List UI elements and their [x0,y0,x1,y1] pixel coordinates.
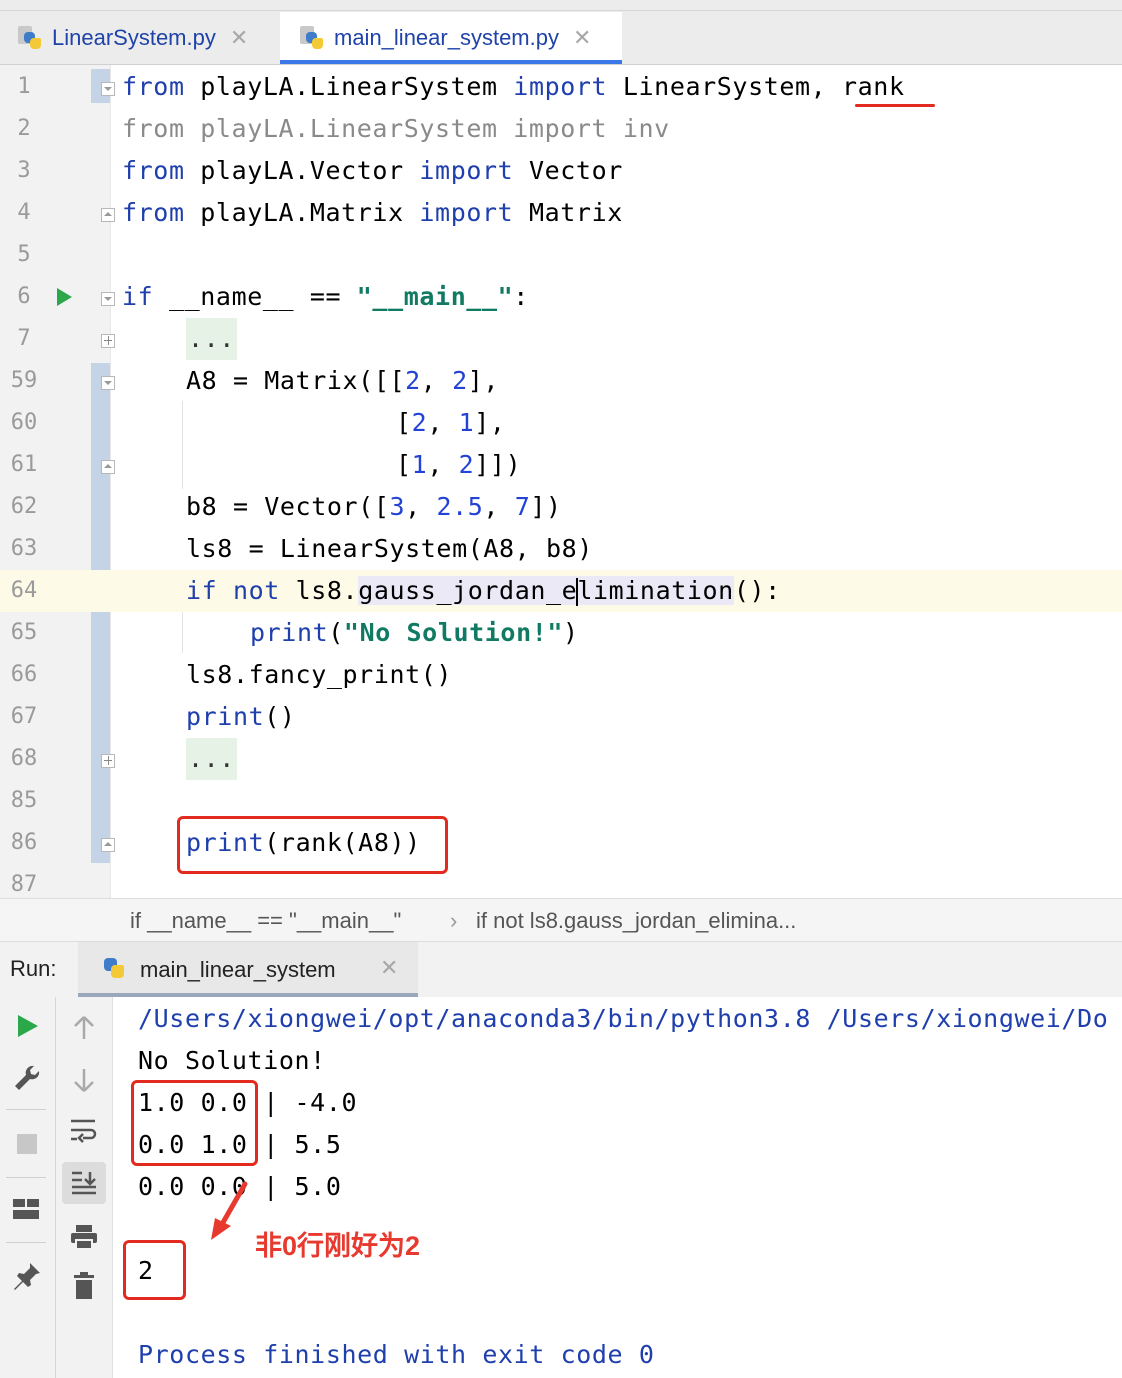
fold-toggle-icon[interactable] [101,838,115,852]
rank-identifier: rank [842,72,905,101]
line-number: 4 [17,200,31,225]
line-number: 2 [17,116,31,141]
code-line[interactable]: 5 [0,234,1122,276]
run-toolbar-primary [0,997,56,1378]
run-toolbar-secondary [56,997,113,1378]
fold-toggle-icon[interactable] [101,460,115,474]
annotation-arrow-icon [211,1181,248,1240]
run-panel-header: Run: main_linear_system ✕ [0,942,1122,997]
line-number: 68 [10,746,38,771]
nonzero-rows-highlight-box [131,1080,258,1166]
code-line[interactable]: 60 [2, 1], [0,402,1122,444]
run-label: Run: [10,956,57,981]
line-number: 85 [10,788,38,813]
console-line: No Solution! [138,1046,326,1075]
arrow-down-icon[interactable] [72,1067,96,1093]
code-editor[interactable]: 1 from playLA.LinearSystem import Linear… [0,65,1122,898]
soft-wrap-icon[interactable] [69,1117,99,1145]
run-gutter-icon[interactable] [57,288,72,306]
line-number: 64 [0,570,48,612]
arrow-up-icon[interactable] [72,1015,96,1041]
close-icon[interactable]: ✕ [230,25,248,51]
code-line[interactable]: 86 print(rank(A8)) [0,822,1122,864]
close-icon[interactable]: ✕ [380,955,398,981]
code-line[interactable]: 1 from playLA.LinearSystem import Linear… [0,66,1122,108]
code-line[interactable]: 59 A8 = Matrix([[2, 2], [0,360,1122,402]
tab-label: main_linear_system.py [334,25,559,50]
line-number: 65 [10,620,38,645]
fold-toggle-icon[interactable] [101,376,115,390]
line-number: 6 [17,284,31,309]
line-number: 60 [10,410,38,435]
code-line[interactable]: 67 print() [0,696,1122,738]
rank-result-highlight-box [123,1240,186,1300]
code-line[interactable]: 68 ... [0,738,1122,780]
breadcrumb-item[interactable]: if not ls8.gauss_jordan_elimina... [476,899,796,943]
scroll-to-end-button[interactable] [62,1162,106,1204]
breadcrumb: if __name__ == "__main__" › if not ls8.g… [0,898,1122,942]
folded-region[interactable]: ... [186,738,237,780]
line-number: 1 [17,74,31,99]
code-line[interactable]: 63 ls8 = LinearSystem(A8, b8) [0,528,1122,570]
code-line[interactable]: 62 b8 = Vector([3, 2.5, 7]) [0,486,1122,528]
expand-fold-icon[interactable] [101,754,115,768]
line-number: 67 [10,704,38,729]
code-line[interactable]: 2 from playLA.LinearSystem import inv [0,108,1122,150]
rerun-icon[interactable] [14,1013,40,1039]
console-line: Process finished with exit code 0 [138,1340,655,1369]
close-icon[interactable]: ✕ [573,25,591,51]
trash-icon[interactable] [72,1271,96,1301]
pin-icon[interactable] [12,1261,42,1291]
python-icon [102,956,126,980]
editor-tab-bar: LinearSystem.py ✕ main_linear_system.py … [0,0,1122,65]
scroll-to-end-icon [72,1171,96,1195]
line-number: 59 [10,368,38,393]
tab-linearsystem[interactable]: LinearSystem.py ✕ [0,12,278,64]
run-tab-label: main_linear_system [140,957,336,982]
wrench-icon[interactable] [12,1063,42,1093]
breadcrumb-item[interactable]: if __name__ == "__main__" [130,899,401,943]
code-line[interactable]: 85 [0,780,1122,822]
line-number: 86 [10,830,38,855]
code-line[interactable]: 4 from playLA.Matrix import Matrix [0,192,1122,234]
console-line: /Users/xiongwei/opt/anaconda3/bin/python… [138,1004,1109,1033]
fold-toggle-icon[interactable] [101,292,115,306]
code-line[interactable]: 6 if __name__ == "__main__": [0,276,1122,318]
code-line[interactable]: 3 from playLA.Vector import Vector [0,150,1122,192]
expand-fold-icon[interactable] [101,334,115,348]
layout-icon[interactable] [12,1197,40,1221]
fold-toggle-icon[interactable] [101,82,115,96]
run-config-tab[interactable]: main_linear_system ✕ [78,942,418,997]
line-number: 5 [17,242,31,267]
breadcrumb-separator: › [450,908,458,933]
code-line[interactable]: 61 [1, 2]]) [0,444,1122,486]
python-file-icon [18,26,42,50]
print-icon[interactable] [69,1223,99,1251]
annotation-note: 非0行刚好为2 [255,1231,421,1261]
run-console-output[interactable]: /Users/xiongwei/opt/anaconda3/bin/python… [113,997,1122,1378]
line-number: 62 [10,494,38,519]
line-number: 87 [10,872,38,897]
code-line[interactable]: 7 ... [0,318,1122,360]
code-line[interactable]: 87 [0,864,1122,898]
line-number: 3 [17,158,31,183]
code-line-current[interactable]: 64 if not ls8.gauss_jordan_elimination()… [0,570,1122,612]
code-line[interactable]: 66 ls8.fancy_print() [0,654,1122,696]
line-number: 7 [17,326,31,351]
unused-import: from playLA.LinearSystem import inv [122,114,670,143]
tab-label: LinearSystem.py [52,25,216,50]
tab-main-linear-system[interactable]: main_linear_system.py ✕ [280,12,622,64]
python-file-icon [300,26,324,50]
folded-region[interactable]: ... [186,318,237,360]
line-number: 61 [10,452,38,477]
line-number: 63 [10,536,38,561]
stop-icon[interactable] [15,1132,39,1156]
fold-toggle-icon[interactable] [101,208,115,222]
print-rank-highlight-box [177,816,448,874]
line-number: 66 [10,662,38,687]
rank-underline-annotation [855,104,935,107]
code-line[interactable]: 65 print("No Solution!") [0,612,1122,654]
